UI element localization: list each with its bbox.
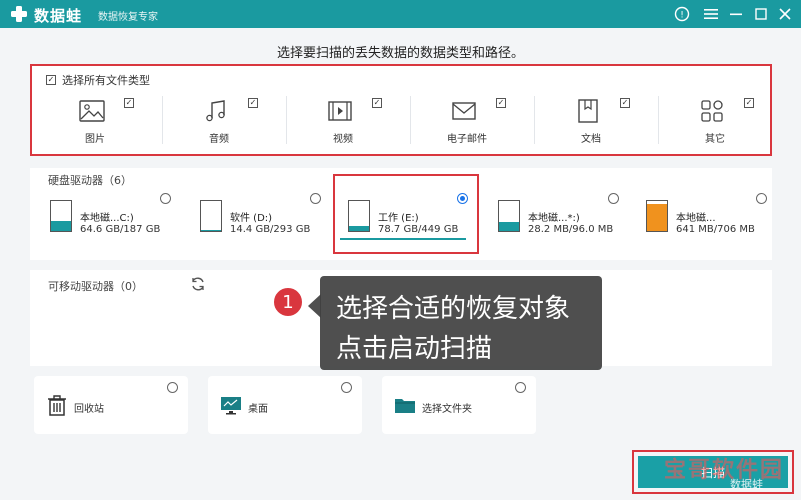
location-recycle-bin[interactable]: 回收站 [34, 376, 188, 434]
drive-4-radio[interactable] [608, 193, 619, 204]
title-bar: 数据蛙 数据恢复专家 ! [0, 0, 801, 28]
refresh-icon[interactable] [190, 276, 206, 292]
callout-line-2: 点击启动扫描 [336, 334, 493, 364]
callout-line-1: 选择合适的恢复对象 [336, 294, 571, 324]
recycle-bin-radio[interactable] [167, 382, 178, 393]
type-card-audio[interactable]: ✓ 音频 [162, 92, 276, 148]
location-label-select-folder: 选择文件夹 [422, 404, 472, 415]
svg-text:!: ! [680, 11, 684, 21]
drive-c-usage-fill [51, 220, 71, 231]
select-all-checkbox[interactable]: ✓ [46, 75, 56, 85]
app-name: 数据蛙 [34, 7, 83, 25]
drive-e-selected-bar [340, 238, 466, 240]
type-card-video[interactable]: ✓ 视频 [286, 92, 400, 148]
drive-5-name: 本地磁... [676, 213, 716, 224]
other-checkbox[interactable]: ✓ [744, 98, 754, 108]
type-label-other: 其它 [705, 134, 725, 145]
drive-d-radio[interactable] [310, 193, 321, 204]
page-instruction: 选择要扫描的丢失数据的数据类型和路径。 [276, 46, 524, 61]
drive-5-size: 641 MB/706 MB [676, 224, 755, 235]
drive-e-radio[interactable] [457, 193, 468, 204]
help-icon[interactable]: ! [672, 4, 692, 24]
removable-drives-title: 可移动驱动器（0） [48, 280, 143, 293]
drive-4-name: 本地磁...*:) [528, 213, 580, 224]
location-select-folder[interactable]: 选择文件夹 [382, 376, 536, 434]
drive-5-usage-fill [647, 203, 667, 231]
logo-cross-icon [11, 6, 27, 22]
drive-4-size: 28.2 MB/96.0 MB [528, 224, 614, 235]
location-label-desktop: 桌面 [248, 404, 268, 415]
location-label-recycle-bin: 回收站 [74, 404, 104, 415]
drive-c-icon [50, 200, 72, 232]
folder-icon [395, 399, 415, 413]
trash-icon [48, 395, 66, 416]
other-icon [701, 100, 723, 122]
location-desktop[interactable]: 桌面 [208, 376, 362, 434]
type-label-email: 电子邮件 [447, 134, 487, 145]
select-folder-radio[interactable] [515, 382, 526, 393]
video-icon [328, 101, 352, 121]
select-all-label: 选择所有文件类型 [62, 74, 150, 87]
email-checkbox[interactable]: ✓ [496, 98, 506, 108]
type-label-documents: 文档 [581, 134, 601, 145]
drive-c-name: 本地磁...C:) [80, 213, 134, 224]
app-subtitle: 数据恢复专家 [98, 12, 158, 23]
watermark-sub: 数据蛙 [730, 478, 763, 491]
documents-checkbox[interactable]: ✓ [620, 98, 630, 108]
type-label-video: 视频 [333, 134, 353, 145]
step-number-badge: 1 [272, 286, 304, 318]
drive-e-icon [348, 200, 370, 232]
select-all-types[interactable]: ✓ 选择所有文件类型 [46, 72, 150, 88]
type-card-email[interactable]: ✓ 电子邮件 [410, 92, 524, 148]
type-label-audio: 音频 [209, 134, 229, 145]
drive-4-usage-fill [499, 222, 519, 231]
image-icon [79, 100, 105, 122]
maximize-icon[interactable] [751, 4, 771, 24]
drive-e-size: 78.7 GB/449 GB [378, 224, 459, 235]
drive-e-usage-fill [349, 225, 369, 231]
drive-d-icon [200, 200, 222, 232]
drive-5-icon [646, 200, 668, 232]
menu-icon[interactable] [701, 4, 721, 24]
mail-icon [452, 102, 476, 120]
type-label-images: 图片 [85, 134, 105, 145]
drive-c-radio[interactable] [160, 193, 171, 204]
watermark: 宝哥软件园 [664, 458, 785, 483]
video-checkbox[interactable]: ✓ [372, 98, 382, 108]
document-icon [578, 99, 598, 123]
drive-4-icon [498, 200, 520, 232]
type-card-images[interactable]: ✓ 图片 [38, 92, 152, 148]
desktop-icon [221, 397, 241, 415]
images-checkbox[interactable]: ✓ [124, 98, 134, 108]
drive-d-usage-fill [201, 229, 221, 231]
type-card-other[interactable]: ✓ 其它 [658, 92, 772, 148]
drive-d-size: 14.4 GB/293 GB [230, 224, 311, 235]
drive-d-name: 软件 (D:) [230, 213, 273, 224]
type-card-documents[interactable]: ✓ 文档 [534, 92, 648, 148]
music-icon [206, 100, 225, 122]
file-types-panel: ✓ 选择所有文件类型 ✓ 图片 ✓ 音频 ✓ 视频 ✓ 电子邮件 ✓ 文档 ✓ … [30, 64, 772, 156]
drive-e-name: 工作 (E:) [378, 213, 419, 224]
audio-checkbox[interactable]: ✓ [248, 98, 258, 108]
drive-5-radio[interactable] [756, 193, 767, 204]
drive-5[interactable]: 本地磁... 641 MB/706 MB [646, 186, 770, 248]
desktop-radio[interactable] [341, 382, 352, 393]
drive-c-size: 64.6 GB/187 GB [80, 224, 161, 235]
minimize-icon[interactable] [726, 4, 746, 24]
close-icon[interactable] [775, 4, 795, 24]
